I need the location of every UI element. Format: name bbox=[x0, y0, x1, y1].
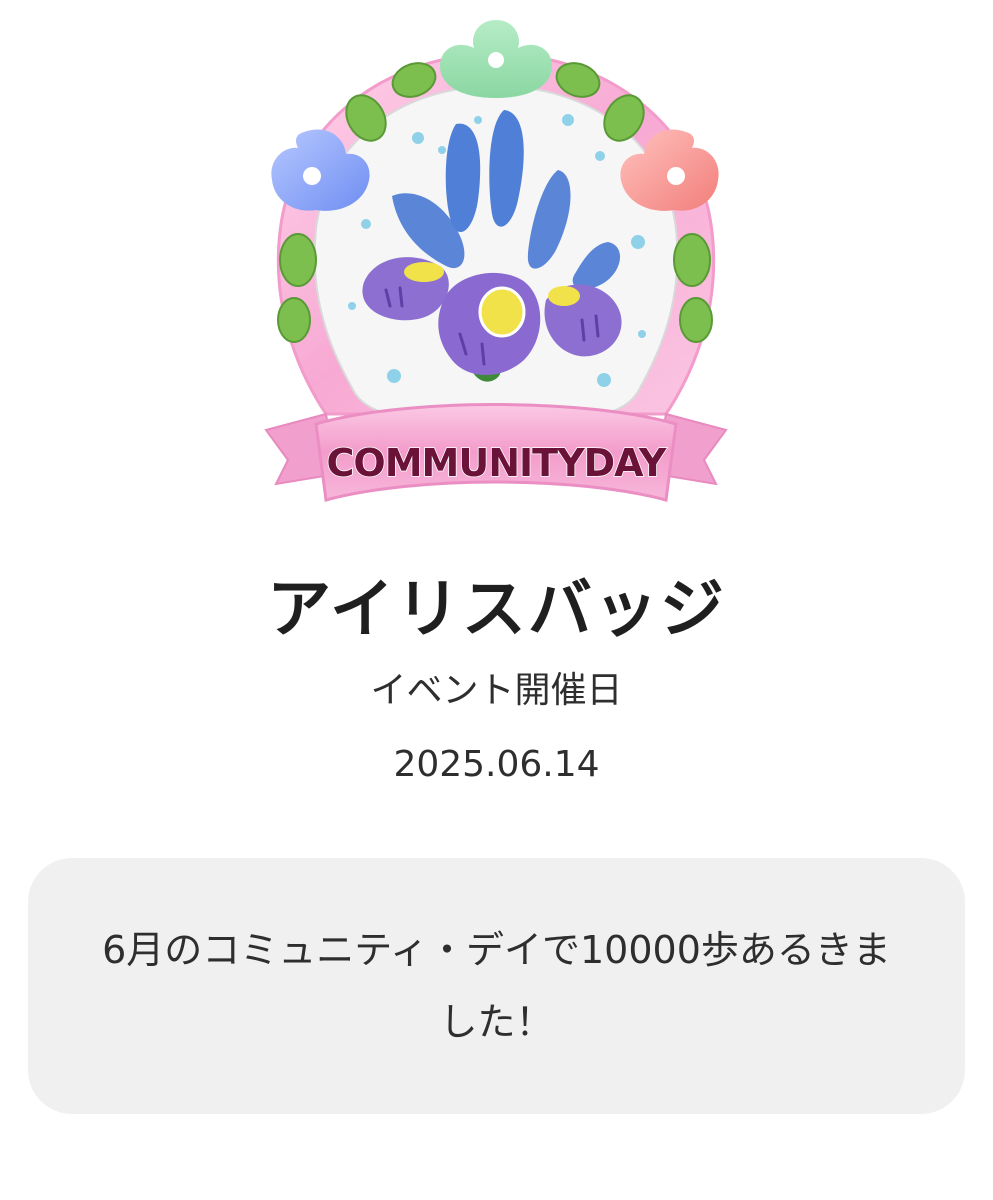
green-flower-icon bbox=[440, 20, 552, 98]
badge-detail-page: COMMUNITYDAY アイリスバッジ イベント開催日 2025.06.14 … bbox=[0, 0, 993, 1200]
event-date-value: 2025.06.14 bbox=[393, 744, 600, 785]
badge-description: 6月のコミュニティ・デイで10000歩あるきました！ bbox=[102, 928, 891, 1044]
community-day-ribbon: COMMUNITYDAY bbox=[264, 403, 728, 502]
event-date-label: イベント開催日 bbox=[370, 670, 623, 711]
iris-badge-image: COMMUNITYDAY bbox=[246, 14, 746, 524]
ribbon-text: COMMUNITYDAY bbox=[327, 441, 667, 485]
badge-title: アイリスバッジ bbox=[267, 573, 726, 647]
description-card: 6月のコミュニティ・デイで10000歩あるきました！ bbox=[28, 858, 965, 1114]
